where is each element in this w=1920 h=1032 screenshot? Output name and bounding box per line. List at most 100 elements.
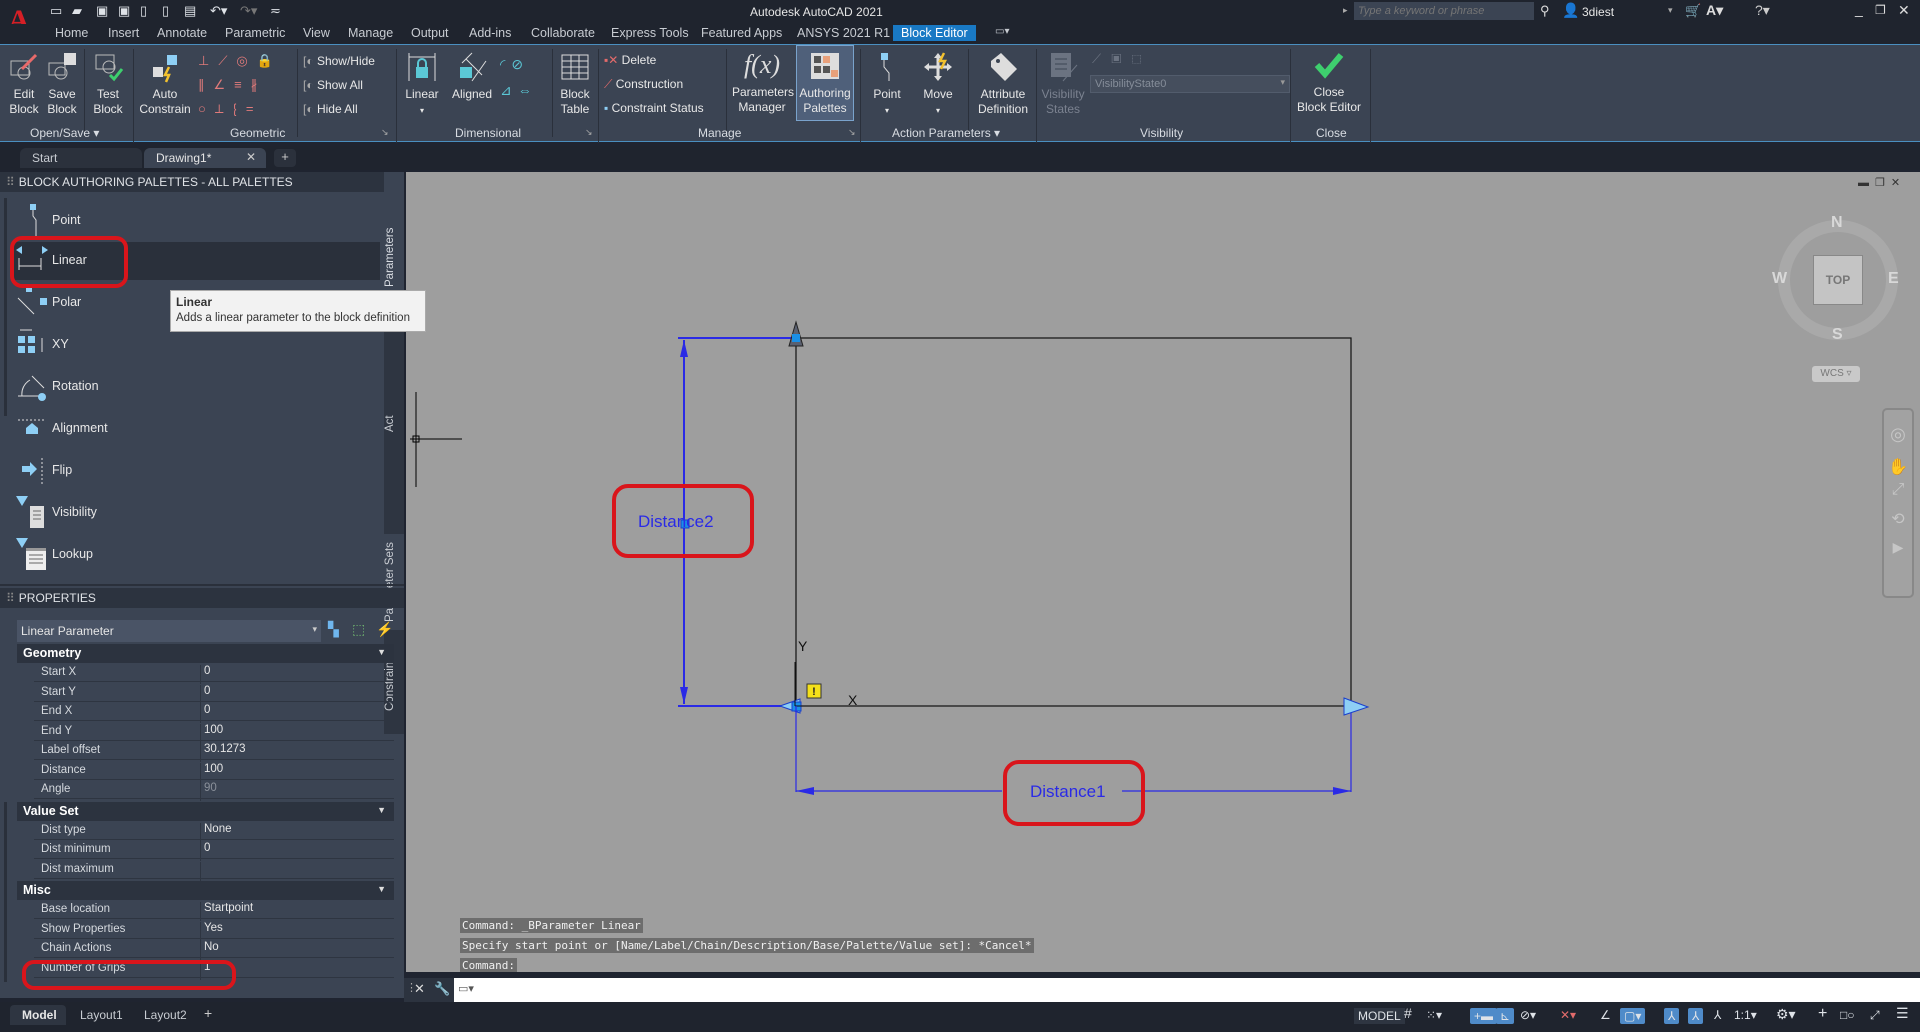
clean-screen-icon[interactable]: ⤢ <box>1870 1008 1880 1023</box>
collapse-arrow-icon[interactable]: ▼ <box>377 805 386 815</box>
snap-icon[interactable]: ⁙▾ <box>1426 1008 1442 1022</box>
palette-item-lookup[interactable]: Lookup <box>12 536 380 572</box>
polar-tracking-icon[interactable]: ⊘▾ <box>1520 1008 1536 1022</box>
edit-block-button[interactable]: Edit Block <box>6 51 42 117</box>
aligned-constraint-button[interactable]: Aligned <box>448 51 496 102</box>
property-row[interactable]: End X 0 <box>34 702 394 723</box>
viewcube-west[interactable]: W <box>1772 270 1787 288</box>
viewcube-east[interactable]: E <box>1888 270 1899 288</box>
palette-item-point[interactable]: Point <box>12 202 380 238</box>
tab-express-tools[interactable]: Express Tools <box>611 26 689 40</box>
side-tab-actions[interactable]: Act <box>384 314 404 534</box>
show-all-button[interactable]: [◐ Show All <box>303 78 363 92</box>
property-row[interactable]: End Y 100 <box>34 722 394 743</box>
units-icon[interactable]: □○ <box>1840 1008 1855 1022</box>
auto-scale-icon[interactable]: ⅄ <box>1688 1008 1704 1024</box>
save-to-web-icon[interactable]: ▯ <box>162 3 169 19</box>
new-layout-button[interactable]: + <box>204 1005 212 1021</box>
new-file-icon[interactable]: ▭ <box>50 3 62 19</box>
palette-item-rotation[interactable]: Rotation <box>12 368 380 404</box>
collapse-arrow-icon[interactable]: ▼ <box>377 884 386 894</box>
property-value[interactable]: 0 <box>200 704 210 723</box>
move-action-button[interactable]: Move ▾ <box>916 51 960 118</box>
layout-tab-layout1[interactable]: Layout1 <box>74 1005 134 1025</box>
block-rectangle[interactable] <box>795 337 1352 707</box>
grip-square-top[interactable] <box>792 334 800 342</box>
viewcube-top-face[interactable]: TOP <box>1813 255 1863 305</box>
property-row[interactable]: Show Properties Yes <box>34 920 394 941</box>
tab-block-editor[interactable]: Block Editor <box>893 25 976 41</box>
manage-panel-title[interactable]: Manage <box>698 126 741 140</box>
palette-item-visibility[interactable]: Visibility <box>12 494 380 530</box>
tab-manage[interactable]: Manage <box>348 26 393 40</box>
properties-header[interactable]: ⠿ PROPERTIES <box>0 588 404 608</box>
dimensional-dialog-launcher-icon[interactable]: ↘ <box>585 127 593 138</box>
annotation-scale-dropdown[interactable]: 1:1▾ <box>1734 1008 1757 1022</box>
tab-output[interactable]: Output <box>411 26 449 40</box>
construction-button[interactable]: ⟋ Construction <box>604 77 683 92</box>
cart-icon[interactable]: 🛒 <box>1685 3 1701 19</box>
close-block-editor-button[interactable]: Close Block Editor <box>1296 49 1362 115</box>
palette-item-flip[interactable]: Flip <box>12 452 380 488</box>
manage-dialog-launcher-icon[interactable]: ↘ <box>848 127 856 138</box>
save-icon[interactable]: ▣ <box>96 3 108 19</box>
property-row[interactable]: Dist type None <box>34 821 394 842</box>
delete-button[interactable]: ▪✕ Delete <box>604 53 656 67</box>
redo-icon[interactable]: ↷▾ <box>240 3 257 19</box>
dimensional-panel-title[interactable]: Dimensional <box>455 126 521 140</box>
command-prompt-icon[interactable]: ▭▾ <box>458 982 474 995</box>
geometric-constraint-icons[interactable]: ⊥⟋◎🔒 ∥∠≡∦ ○⟂⁅= <box>198 49 288 121</box>
annotation-monitor-icon[interactable]: + <box>1818 1005 1827 1023</box>
attribute-definition-button[interactable]: Attribute Definition <box>972 51 1034 117</box>
minimize-icon[interactable]: _ <box>1855 1 1863 17</box>
object-snap-icon[interactable]: ▢▾ <box>1620 1008 1646 1024</box>
dimensional-constraint-icons[interactable]: ◜⊘ ⊿⇔ <box>500 51 546 103</box>
plot-icon[interactable]: ▤ <box>184 3 196 19</box>
palette-item-alignment[interactable]: Alignment <box>12 410 380 446</box>
viewcube-north[interactable]: N <box>1831 214 1843 232</box>
visibility-tool-icons[interactable]: ⟋▣⬚ <box>1092 51 1152 67</box>
showmotion-icon[interactable]: ▶ <box>1884 539 1912 556</box>
property-group-value-set[interactable]: Value Set ▼ <box>17 801 394 821</box>
steering-wheel-icon[interactable]: ◎ <box>1884 424 1912 445</box>
select-objects-icon[interactable]: ⬚ <box>352 621 365 638</box>
tab-home[interactable]: Home <box>55 26 88 40</box>
geometric-panel-title[interactable]: Geometric <box>230 126 285 140</box>
property-value[interactable]: 0 <box>200 684 210 704</box>
ortho-icon[interactable]: ⊾ <box>1496 1008 1515 1024</box>
palette-scrollbar[interactable] <box>4 198 7 416</box>
drawing-canvas[interactable]: ! Y X Distance2 Distance1 ▬❐✕ TOP N S W … <box>406 172 1920 972</box>
property-group-geometry[interactable]: Geometry ▼ <box>17 644 394 663</box>
command-input[interactable] <box>488 980 1908 1000</box>
tab-add-ins[interactable]: Add-ins <box>469 26 511 40</box>
property-row[interactable]: Base location Startpoint <box>34 900 394 921</box>
search-input[interactable] <box>1354 2 1534 20</box>
wcs-dropdown[interactable]: WCS ▿ <box>1812 366 1860 382</box>
object-snap-tracking-icon[interactable]: ∠ <box>1600 1008 1611 1022</box>
property-value[interactable]: No <box>200 941 219 960</box>
save-block-button[interactable]: Save Block <box>44 51 80 117</box>
quick-select-icon[interactable]: ⚡ <box>376 621 393 638</box>
property-value[interactable]: Startpoint <box>200 902 253 921</box>
tab-start[interactable]: Start <box>20 148 142 168</box>
customization-menu-icon[interactable]: ☰ <box>1896 1005 1909 1022</box>
property-row[interactable]: Chain Actions No <box>34 939 394 960</box>
orbit-icon[interactable]: ⟲ <box>1884 509 1912 529</box>
tab-drawing1[interactable]: Drawing1* ✕ <box>144 148 266 168</box>
search-expand-icon[interactable]: ▸ <box>1343 5 1348 16</box>
object-type-dropdown[interactable]: Linear Parameter ▾ <box>17 620 321 642</box>
side-tab-parameter-sets[interactable]: Parameter Sets <box>384 536 404 628</box>
new-tab-button[interactable]: + <box>274 149 296 167</box>
property-row[interactable]: Start Y 0 <box>34 683 394 704</box>
autodesk-app-icon[interactable]: A▾ <box>1706 2 1723 19</box>
open-save-panel-title[interactable]: Open/Save ▾ <box>30 126 99 140</box>
customize-wrench-icon[interactable]: 🔧 <box>434 981 450 997</box>
property-row[interactable]: Label offset 30.1273 <box>34 741 394 762</box>
visibility-state-dropdown[interactable]: VisibilityState0 ▾ <box>1090 75 1290 93</box>
close-tab-icon[interactable]: ✕ <box>246 150 256 164</box>
save-as-icon[interactable]: ▣ <box>118 3 130 19</box>
block-table-button[interactable]: Block Table <box>556 51 594 117</box>
layout-tab-model[interactable]: Model <box>10 1005 66 1025</box>
property-value[interactable]: 0 <box>200 842 210 861</box>
viewcube-south[interactable]: S <box>1832 326 1843 344</box>
